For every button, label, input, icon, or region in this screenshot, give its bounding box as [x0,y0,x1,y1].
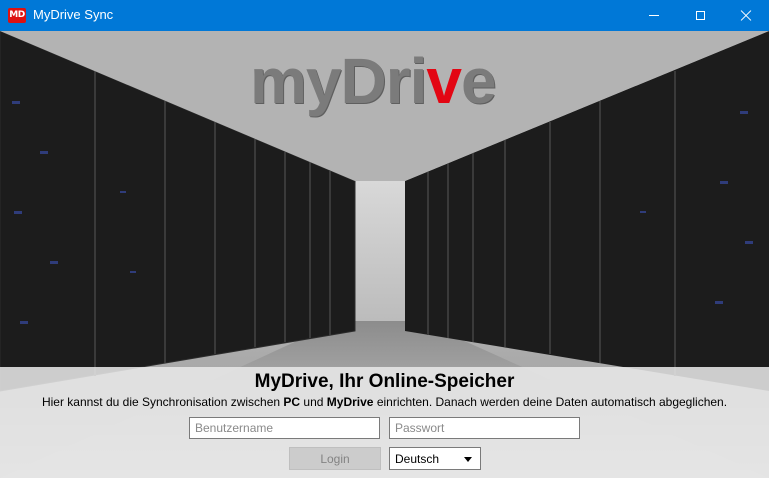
logo-text-accent: v [426,45,462,117]
description-text-1: Hier kannst du die Synchronisation zwisc… [41,395,284,409]
maximize-button[interactable] [677,0,723,31]
app-window: MD MyDrive Sync myDrive MyDrive, Ihr Onl… [0,0,769,478]
minimize-icon [649,15,659,16]
login-panel: MyDrive, Ihr Online-Speicher Hier kannst… [0,367,769,478]
logo-text-suffix: e [461,45,497,117]
description-bold-pc: PC [283,395,301,409]
description-bold-mydrive: MyDrive [326,395,374,409]
chevron-down-icon [464,457,472,462]
title-bar[interactable]: MD MyDrive Sync [0,0,769,31]
minimize-button[interactable] [631,0,677,31]
logo-text-prefix: myDri [250,45,427,117]
username-input[interactable] [189,417,380,439]
maximize-icon [695,11,705,20]
close-icon [740,10,752,22]
description-text-2: und [300,395,327,409]
password-input[interactable] [389,417,580,439]
language-selected-value: Deutsch [395,452,440,466]
language-select[interactable]: Deutsch [389,447,481,470]
window-title: MyDrive Sync [33,7,114,22]
panel-description: Hier kannst du die Synchronisation zwisc… [0,395,769,409]
app-logo-icon: MD [8,8,26,23]
panel-headline: MyDrive, Ihr Online-Speicher [254,371,515,392]
description-text-3: einrichten. Danach werden deine Daten au… [373,395,728,409]
close-button[interactable] [723,0,769,31]
login-button[interactable]: Login [289,447,381,470]
mydrive-logo: myDrive [250,44,497,118]
login-button-label: Login [320,451,350,466]
